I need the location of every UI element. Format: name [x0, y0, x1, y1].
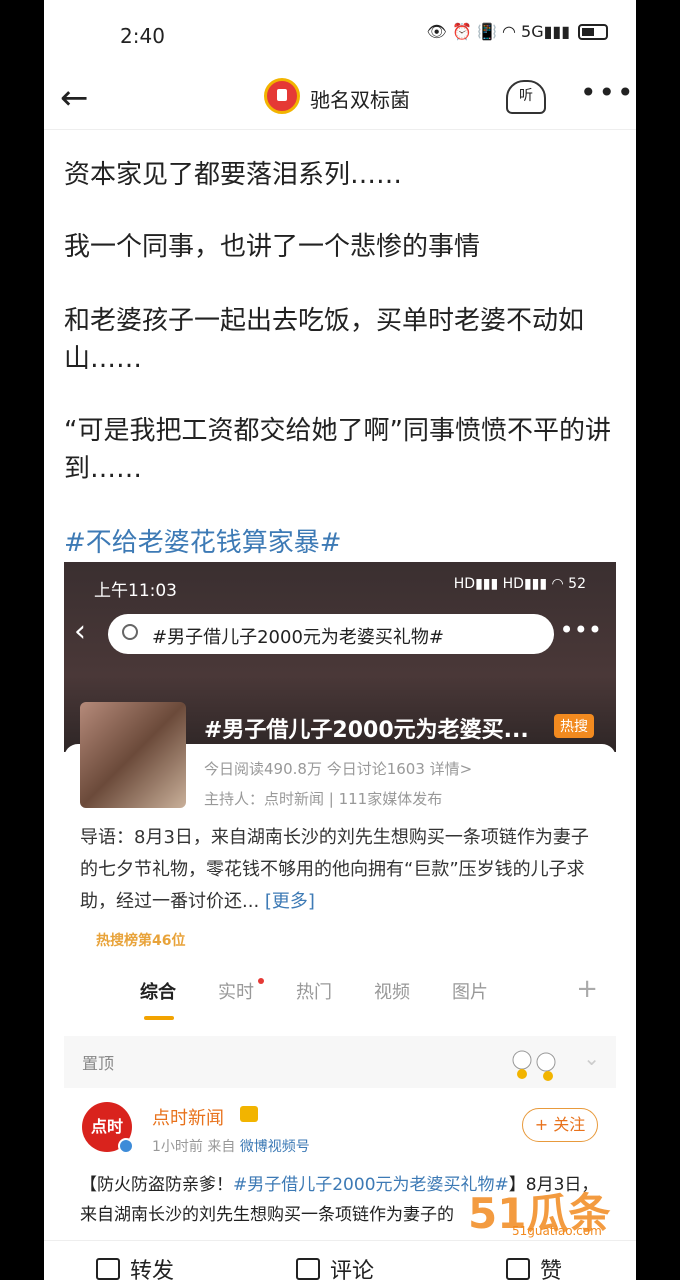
- nav-bar: ← 驰名双标菌 听 •••: [44, 72, 636, 130]
- topic-host: 主持人：点时新闻 | 111家媒体发布: [204, 790, 443, 808]
- topic-stats: 今日阅读490.8万 今日讨论1603 详情>: [204, 760, 473, 778]
- search-icon: [122, 624, 138, 640]
- action-bar: 转发 评论 赞: [44, 1240, 636, 1280]
- chevron-down-icon: ⌄: [583, 1046, 600, 1070]
- add-tab-icon: +: [576, 974, 598, 1004]
- post-paragraph: “可是我把工资都交给她了啊”同事愤愤不平的讲到……: [64, 416, 611, 484]
- embedded-back-icon: ‹: [74, 614, 86, 649]
- embedded-status-time: 上午11:03: [94, 581, 177, 601]
- topic-lead: 导语：8月3日，来自湖南长沙的刘先生想购买一条项链作为妻子的七夕节礼物，零花钱不…: [80, 822, 600, 918]
- embedded-screenshot[interactable]: 上午11:03 HD▮▮▮ HD▮▮▮ ◠ 52 ‹ #男子借儿子2000元为老…: [64, 562, 616, 1280]
- embedded-topic-title: #男子借儿子2000元为老婆买...: [204, 718, 529, 743]
- thumbs-up-icon: [506, 1258, 530, 1280]
- phone-screen: 2:40 👁 ⏰ 📳 ◠ 5G▮▮▮ ← 驰名双标菌 听 ••• 资本家见了都要…: [44, 0, 636, 1280]
- post-prefix: 【防火防盗防亲爹！: [80, 1175, 233, 1195]
- like-label: 赞: [540, 1259, 563, 1280]
- hot-rank: 热搜榜第46位: [96, 933, 186, 949]
- tab-realtime: 实时: [218, 982, 254, 1003]
- verified-badge-icon: [118, 1138, 134, 1154]
- embedded-search-text: #男子借儿子2000元为老婆买礼物#: [152, 627, 444, 648]
- back-arrow-icon[interactable]: ←: [60, 78, 100, 118]
- hot-badge: 热搜: [554, 714, 594, 738]
- tab-images: 图片: [452, 982, 488, 1003]
- pinned-bar: 置顶 ⌄: [64, 1036, 616, 1088]
- vip-crown-icon: [240, 1106, 258, 1122]
- pinned-label: 置顶: [82, 1054, 115, 1073]
- embedded-more-icon: •••: [559, 616, 602, 644]
- tab-all: 综合: [140, 982, 176, 1003]
- watermark-domain: 51guatiao.com: [512, 1224, 602, 1238]
- comment-label: 评论: [330, 1259, 375, 1280]
- post-source: 微博视频号: [239, 1139, 310, 1155]
- status-time: 2:40: [120, 24, 165, 48]
- tab-underline: [144, 1016, 174, 1020]
- listen-button[interactable]: 听: [506, 80, 546, 114]
- status-icons: 👁 ⏰ 📳 ◠ 5G▮▮▮: [427, 22, 608, 41]
- embedded-search-bar: #男子借儿子2000元为老婆买礼物#: [108, 614, 554, 654]
- embedded-status-icons: HD▮▮▮ HD▮▮▮ ◠ 52: [453, 576, 586, 592]
- post-paragraph: 资本家见了都要落泪系列……: [64, 160, 403, 190]
- follow-button: + 关注: [522, 1108, 598, 1142]
- duck-sticker-icon: [512, 1050, 556, 1081]
- battery-icon: [578, 23, 608, 40]
- topic-thumbnail: [80, 702, 186, 808]
- topic-lead-text: 导语：8月3日，来自湖南长沙的刘先生想购买一条项链作为妻子的七夕节礼物，零花钱不…: [80, 827, 589, 912]
- account-avatar[interactable]: [264, 78, 300, 114]
- tab-video: 视频: [374, 982, 410, 1003]
- post-paragraph: 和老婆孩子一起出去吃饭，买单时老婆不动如山……: [64, 306, 585, 374]
- comment-icon: [296, 1258, 320, 1280]
- embedded-tabs: 综合 实时 热门 视频 图片 +: [64, 974, 616, 1022]
- post-meta: 1小时前 来自 微博视频号: [152, 1136, 310, 1156]
- post-time: 1小时前 来自: [152, 1139, 240, 1155]
- account-title[interactable]: 驰名双标菌: [310, 84, 410, 113]
- more-menu-icon[interactable]: •••: [580, 76, 636, 109]
- repost-button[interactable]: 转发: [96, 1253, 174, 1280]
- tab-hot: 热门: [296, 982, 332, 1003]
- share-icon: [96, 1258, 120, 1280]
- like-button[interactable]: 赞: [506, 1253, 562, 1280]
- repost-label: 转发: [130, 1259, 175, 1280]
- topic-lead-more: [更多]: [264, 891, 315, 912]
- post-hashtag[interactable]: #不给老婆花钱算家暴#: [64, 522, 342, 559]
- status-indicators: 👁 ⏰ 📳 ◠ 5G▮▮▮: [426, 22, 570, 41]
- status-bar: 2:40 👁 ⏰ 📳 ◠ 5G▮▮▮: [44, 0, 636, 72]
- author-name: 点时新闻: [152, 1108, 224, 1129]
- comment-button[interactable]: 评论: [296, 1253, 374, 1280]
- post-paragraph: 我一个同事，也讲了一个悲惨的事情: [64, 232, 481, 262]
- new-dot: [258, 978, 264, 984]
- site-watermark: 51瓜条 51guatiao.com: [468, 1180, 648, 1240]
